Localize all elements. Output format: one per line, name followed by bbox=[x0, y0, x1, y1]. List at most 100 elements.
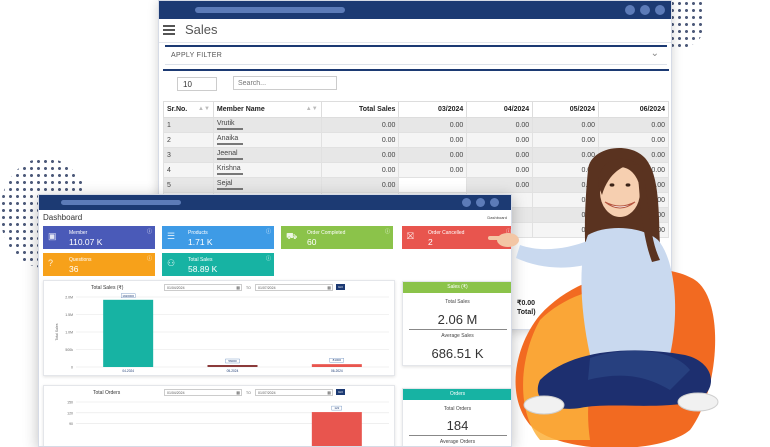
column-header-03-2024[interactable]: 03/2024 bbox=[398, 101, 468, 118]
y-tick-label: 2.0M bbox=[65, 296, 73, 300]
info-icon[interactable]: ⓘ bbox=[266, 228, 271, 235]
total-sales-chart-panel: Total Sales (₹) 01/04/2024 ▦ TO 01/07/202… bbox=[43, 280, 395, 376]
apply-filter-accordion[interactable]: APPLY FILTER ⌄ bbox=[165, 45, 667, 65]
cell-month: 0.00 bbox=[398, 162, 468, 178]
total-sales-chart: 2.0M 1.5M 1.0M 500k 0 Total Sales 1920000 04-20… bbox=[55, 293, 389, 373]
cell-total: 0.00 bbox=[320, 147, 400, 163]
cell-sr: 2 bbox=[163, 132, 214, 148]
x-tick-label: 05-2024 bbox=[227, 369, 239, 373]
cell-month: 0.00 bbox=[398, 132, 468, 148]
cell-month: 0.00 bbox=[398, 147, 468, 163]
column-header-total-sales[interactable]: Total Sales bbox=[320, 101, 400, 118]
column-header-04-2024[interactable]: 04/2024 bbox=[466, 101, 534, 118]
sales-header: Sales bbox=[159, 19, 671, 43]
card-value: 58.89 K bbox=[188, 264, 218, 274]
y-tick-label: 120 bbox=[67, 411, 73, 415]
window-close-dot[interactable] bbox=[655, 5, 665, 15]
stat-card-total-sales[interactable]: ⚇ Total Sales 58.89 K ⓘ bbox=[162, 253, 274, 276]
card-label: Questions bbox=[69, 257, 92, 263]
x-tick-label: 06-2024 bbox=[331, 369, 343, 373]
cell-month bbox=[398, 177, 468, 193]
y-tick-label: 0 bbox=[71, 366, 73, 370]
bar-04-2024 bbox=[103, 299, 154, 367]
cell-month: 0.00 bbox=[532, 117, 600, 133]
card-label: Total Sales bbox=[188, 257, 213, 263]
chevron-down-icon[interactable]: ⌄ bbox=[651, 48, 659, 59]
card-value: 60 bbox=[307, 237, 317, 247]
search-input[interactable] bbox=[233, 76, 337, 90]
bar-05-2024 bbox=[207, 365, 258, 367]
y-axis-label: Total Sales bbox=[55, 323, 59, 340]
info-icon[interactable]: ⓘ bbox=[147, 228, 152, 235]
bar-06-2024 bbox=[311, 364, 362, 367]
y-tick-label: 1.0M bbox=[65, 331, 73, 335]
cell-total: 0.00 bbox=[320, 177, 400, 193]
card-value: 1.71 K bbox=[188, 237, 213, 247]
cell-sr: 1 bbox=[163, 117, 214, 133]
stat-card-questions[interactable]: ? Questions 36 ⓘ bbox=[43, 253, 155, 276]
y-tick-label: 500k bbox=[65, 348, 73, 352]
page-title: Dashboard bbox=[43, 213, 83, 222]
handshake-icon: ⚇ bbox=[167, 258, 176, 268]
cart-icon: ⛟ bbox=[286, 231, 298, 241]
page-title: Sales bbox=[185, 22, 218, 37]
bar-06-2024 bbox=[311, 412, 362, 446]
cell-total: 0.00 bbox=[320, 132, 400, 148]
apply-filter-label: APPLY FILTER bbox=[171, 52, 223, 59]
data-label: 1920000 bbox=[122, 294, 134, 298]
card-label: Member bbox=[69, 230, 88, 236]
y-tick-label: 1.5M bbox=[65, 313, 73, 317]
woman-pointing-illustration bbox=[488, 148, 719, 447]
cell-total: 0.00 bbox=[320, 117, 400, 133]
data-label: 56000 bbox=[228, 359, 237, 363]
cell-member-name: Anaika bbox=[212, 132, 322, 148]
cell-total: 0.00 bbox=[320, 162, 400, 178]
column-header-05-2024[interactable]: 05/2024 bbox=[532, 101, 600, 118]
card-label: Order Completed bbox=[307, 230, 346, 236]
cell-member-name: Krishna bbox=[212, 162, 322, 178]
page-size-select[interactable]: 10 bbox=[177, 77, 217, 91]
cell-month: 0.00 bbox=[598, 117, 669, 133]
stat-card-order-completed[interactable]: ⛟ Order Completed 60 ⓘ bbox=[281, 226, 393, 249]
cell-month: 0.00 bbox=[398, 117, 468, 133]
cell-member-name: Sejal bbox=[212, 177, 322, 193]
info-icon[interactable]: ⓘ bbox=[147, 255, 152, 262]
question-icon: ? bbox=[48, 258, 54, 268]
y-tick-label: 90 bbox=[69, 422, 73, 426]
cell-sr: 4 bbox=[163, 162, 214, 178]
list-icon: ☰ bbox=[167, 231, 176, 241]
window-maximize-dot[interactable] bbox=[640, 5, 650, 15]
cell-month: 0.00 bbox=[466, 117, 534, 133]
total-orders-chart: 150 120 90 122 bbox=[67, 401, 389, 446]
y-tick-label: 150 bbox=[67, 401, 73, 405]
stat-card-products[interactable]: ☰ Products 1.71 K ⓘ bbox=[162, 226, 274, 249]
table-header-row: Sr.No. ▲▼ Member Name ▲▼ Total Sales 03/20… bbox=[163, 101, 669, 118]
table-row: 1 Vrutik 0.00 0.00 0.00 0.00 0.00 bbox=[163, 117, 669, 133]
card-label: Products bbox=[188, 230, 208, 236]
cart-cancel-icon: ⛝ bbox=[407, 231, 414, 241]
dashboard-window: Dashboard Dashboard ▣ Member 110.07 K ⓘ … bbox=[38, 194, 512, 447]
titlebar-placeholder-bar bbox=[61, 200, 181, 205]
window-minimize-dot[interactable] bbox=[625, 5, 635, 15]
info-icon[interactable]: ⓘ bbox=[385, 228, 390, 235]
titlebar-placeholder-bar bbox=[195, 7, 345, 13]
info-icon[interactable]: ⓘ bbox=[266, 255, 271, 262]
x-tick-label: 04-2024 bbox=[122, 369, 134, 373]
cell-member-name: Vrutik bbox=[212, 117, 322, 133]
cell-sr: 3 bbox=[163, 147, 214, 163]
column-header-sr-no[interactable]: Sr.No. ▲▼ bbox=[163, 101, 214, 118]
column-header-member-name[interactable]: Member Name ▲▼ bbox=[212, 101, 322, 118]
cell-sr: 5 bbox=[163, 177, 214, 193]
cell-member-name: Jeenal bbox=[212, 147, 322, 163]
hamburger-menu-icon[interactable] bbox=[163, 25, 175, 35]
stat-card-member[interactable]: ▣ Member 110.07 K ⓘ bbox=[43, 226, 155, 249]
total-orders-chart-panel: Total Orders 01/04/2024 ▦ TO 01/07/2024 ▦ … bbox=[43, 385, 395, 446]
card-label: Order Cancelled bbox=[428, 230, 465, 236]
column-header-06-2024[interactable]: 06/2024 bbox=[598, 101, 669, 118]
card-value: 36 bbox=[69, 264, 79, 274]
card-value: 110.07 K bbox=[69, 237, 103, 247]
data-label: 81000 bbox=[333, 358, 342, 362]
sales-window-titlebar bbox=[159, 1, 671, 19]
data-label: 122 bbox=[334, 406, 339, 410]
dashboard-window-titlebar bbox=[39, 195, 511, 210]
